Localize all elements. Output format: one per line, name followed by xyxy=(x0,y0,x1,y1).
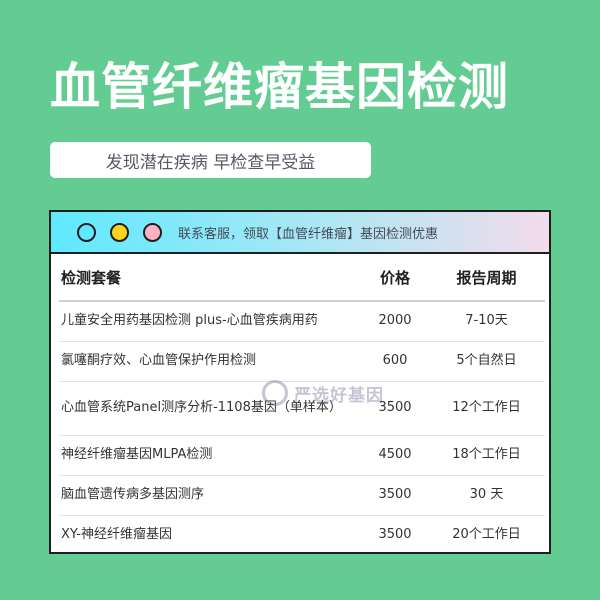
package-period: 18个工作日 xyxy=(428,435,545,476)
window-dot-pink-icon[interactable] xyxy=(143,222,162,242)
package-price: 3500 xyxy=(362,475,428,516)
table-row: 心血管系统Panel测序分析-1108基因（单样本） 3500 12个工作日 xyxy=(59,381,545,436)
subtitle-banner: 发现潜在疾病 早检查早受益 xyxy=(50,142,371,178)
package-name: 脑血管遗传病多基因测序 xyxy=(59,475,362,516)
package-name: XY-神经纤维瘤基因 xyxy=(61,527,172,543)
package-period: 7-10天 xyxy=(428,301,545,342)
table-row: 儿童安全用药基因检测 plus-心血管疾病用药 2000 7-10天 xyxy=(59,301,545,342)
window-dot-cyan-icon[interactable] xyxy=(77,222,96,242)
header-price: 价格 xyxy=(362,254,428,302)
package-name: 氯噻酮疗效、心血管保护作用检测 xyxy=(59,341,362,382)
package-period: 5个自然日 xyxy=(428,341,545,382)
page-title: 血管纤维瘤基因检测 xyxy=(50,58,509,116)
package-price: 2000 xyxy=(362,301,428,342)
package-table: 检测套餐 价格 报告周期 儿童安全用药基因检测 plus-心血管疾病用药 200… xyxy=(59,254,545,552)
window-title-bar: 联系客服，领取【血管纤维瘤】基因检测优惠 xyxy=(51,212,549,254)
package-period: 30 天 xyxy=(428,475,545,516)
subtitle-text: 发现潜在疾病 早检查早受益 xyxy=(105,152,316,173)
table-row: 脑血管遗传病多基因测序 3500 30 天 xyxy=(59,475,545,516)
package-name: 儿童安全用药基因检测 plus-心血管疾病用药 xyxy=(59,301,362,342)
table-row: 氯噻酮疗效、心血管保护作用检测 600 5个自然日 xyxy=(59,341,545,382)
package-price: 3500 xyxy=(362,381,428,436)
table-header-row: 检测套餐 价格 报告周期 xyxy=(59,254,545,302)
window-bar-text: 联系客服，领取【血管纤维瘤】基因检测优惠 xyxy=(178,226,439,242)
window-dot-yellow-icon[interactable] xyxy=(110,222,129,242)
package-price: 600 xyxy=(362,341,428,382)
header-period: 报告周期 xyxy=(428,254,545,302)
package-name: 神经纤维瘤基因MLPA检测 xyxy=(59,435,362,476)
package-name: 心血管系统Panel测序分析-1108基因（单样本） xyxy=(59,381,362,436)
package-price: 3500 xyxy=(378,527,412,543)
table-row: XY-神经纤维瘤基因 3500 20个工作日 xyxy=(59,515,545,552)
table-row: 神经纤维瘤基因MLPA检测 4500 18个工作日 xyxy=(59,435,545,476)
package-price: 4500 xyxy=(362,435,428,476)
package-period: 20个工作日 xyxy=(452,527,521,543)
package-period: 12个工作日 xyxy=(428,381,545,436)
header-package: 检测套餐 xyxy=(59,254,362,302)
browser-window: 联系客服，领取【血管纤维瘤】基因检测优惠 检测套餐 价格 报告周期 儿童安全用药… xyxy=(49,210,551,554)
